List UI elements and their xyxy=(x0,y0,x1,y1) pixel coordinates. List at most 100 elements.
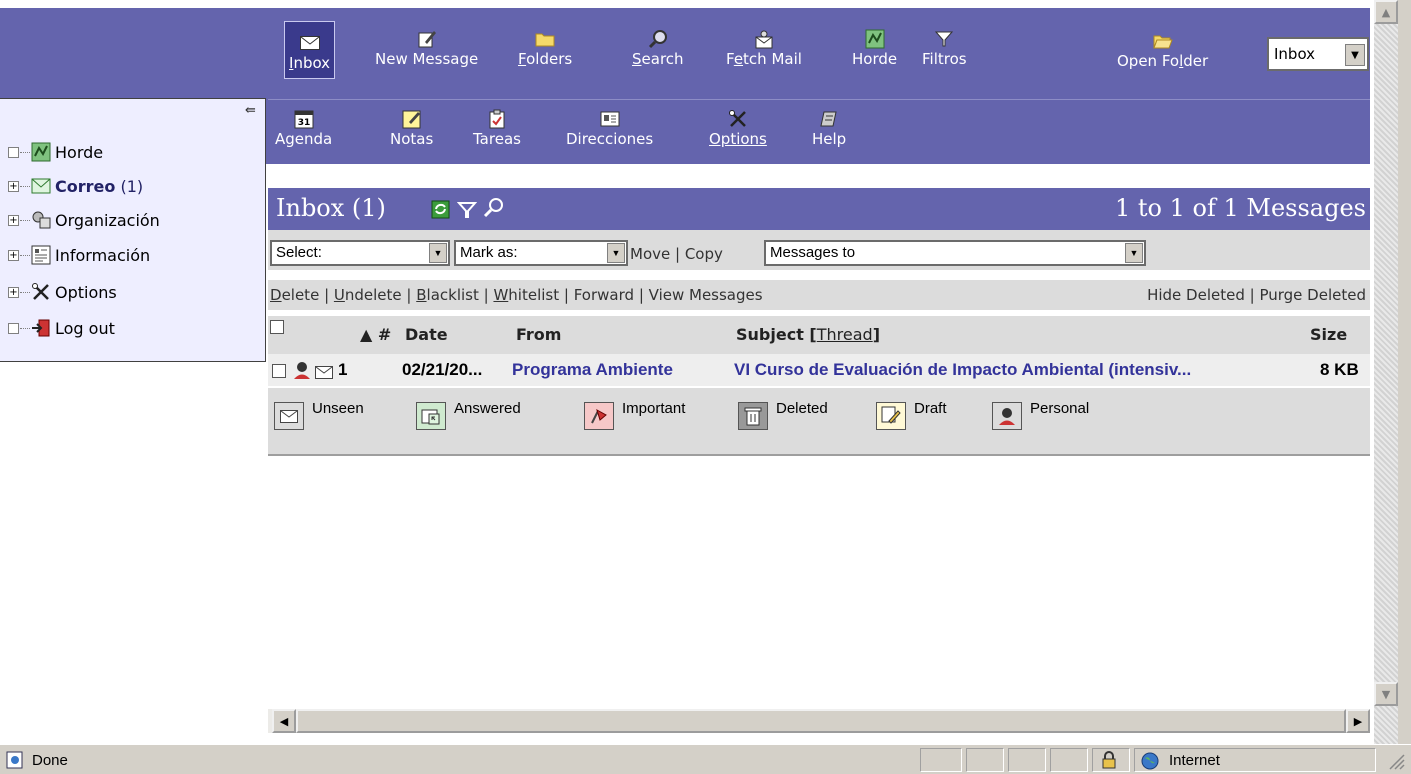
tree-connector xyxy=(20,327,30,329)
sidebar-item-correo[interactable]: + Correo (1) xyxy=(8,174,143,198)
collapse-sidebar-icon[interactable]: ⇚ xyxy=(245,103,261,119)
vertical-scrollbar[interactable]: ▲ ▼ xyxy=(1374,0,1398,744)
sidebar-item-logout[interactable]: Log out xyxy=(8,316,115,340)
open-folder-button[interactable]: Open Folder xyxy=(1117,30,1208,70)
sidebar-item-count: (1) xyxy=(120,176,144,196)
unseen-envelope-icon xyxy=(315,364,333,384)
organization-icon xyxy=(31,210,51,230)
envelope-icon xyxy=(299,32,321,54)
message-checkbox[interactable] xyxy=(272,364,286,378)
resize-grip-icon[interactable] xyxy=(1386,751,1406,774)
draft-icon xyxy=(876,402,906,430)
target-folder-dropdown[interactable]: Messages to ▼ xyxy=(764,240,1146,266)
tree-expand-box[interactable]: + xyxy=(8,214,19,226)
sidebar-item-horde[interactable]: Horde xyxy=(8,140,103,164)
page-status-icon xyxy=(6,751,24,773)
message-actions: Delete | Undelete | Blacklist | Whitelis… xyxy=(270,286,763,304)
chevron-down-icon[interactable]: ▼ xyxy=(1345,44,1365,66)
toolbar-tareas-button[interactable]: Tareas xyxy=(473,108,521,148)
lock-icon xyxy=(1101,751,1117,773)
copy-link[interactable]: Copy xyxy=(685,245,723,263)
legend-answered: Answered xyxy=(416,400,521,430)
toolbar-folders-button[interactable]: Folders xyxy=(518,28,572,68)
mail-icon xyxy=(31,176,51,196)
chevron-down-icon[interactable]: ▼ xyxy=(1125,243,1143,263)
blacklist-link[interactable]: Blacklist xyxy=(416,286,479,304)
sidebar-item-label: Horde xyxy=(55,142,104,162)
tools-icon xyxy=(31,282,51,302)
address-book-icon xyxy=(599,108,621,130)
forward-link[interactable]: Forward xyxy=(574,286,634,304)
toolbar-inbox-button[interactable]: Inbox xyxy=(284,21,336,79)
mark-as-dropdown[interactable]: Mark as: ▼ xyxy=(454,240,628,266)
chevron-down-icon[interactable]: ▼ xyxy=(429,243,447,263)
scroll-down-arrow-icon[interactable]: ▼ xyxy=(1374,682,1398,706)
whitelist-link[interactable]: Whitelist xyxy=(493,286,559,304)
status-cell xyxy=(1008,748,1046,772)
sidebar-item-options[interactable]: + Options xyxy=(8,280,117,304)
toolbar-options-button[interactable]: Options xyxy=(709,108,767,148)
move-link[interactable]: Move xyxy=(630,245,670,263)
horde-icon xyxy=(864,28,886,50)
filter-icon xyxy=(933,28,955,50)
toolbar-help-button[interactable]: Help xyxy=(812,108,846,148)
sidebar-item-label: Correo xyxy=(55,176,116,196)
tree-expand-box[interactable]: + xyxy=(8,249,19,261)
message-row[interactable]: 1 02/21/20... Programa Ambiente VI Curso… xyxy=(268,354,1370,386)
personal-icon xyxy=(992,402,1022,430)
toolbar-agenda-button[interactable]: 31 Agenda xyxy=(275,108,332,148)
horizontal-scrollbar[interactable]: ◀ ▶ xyxy=(268,709,1370,733)
purge-deleted-link[interactable]: Purge Deleted xyxy=(1259,286,1366,304)
information-icon xyxy=(31,245,51,265)
tree-expand-box[interactable]: + xyxy=(8,286,19,298)
folder-select[interactable]: Inbox ▼ xyxy=(1267,37,1369,71)
undelete-link[interactable]: Undelete xyxy=(334,286,402,304)
sidebar-item-informacion[interactable]: + Información xyxy=(8,243,150,267)
status-cell xyxy=(966,748,1004,772)
scroll-left-arrow-icon[interactable]: ◀ xyxy=(272,709,296,733)
legend-personal: Personal xyxy=(992,400,1089,430)
toolbar-direcciones-button[interactable]: Direcciones xyxy=(566,108,653,148)
toolbar-horde-button[interactable]: Horde xyxy=(852,28,897,68)
scroll-up-arrow-icon[interactable]: ▲ xyxy=(1374,0,1398,24)
toolbar-fetch-mail-button[interactable]: Fetch Mail xyxy=(726,28,802,68)
message-from[interactable]: Programa Ambiente xyxy=(512,360,730,380)
legend-label: Unseen xyxy=(312,400,364,417)
hide-deleted-link[interactable]: Hide Deleted xyxy=(1147,286,1245,304)
filter-icon[interactable] xyxy=(456,197,478,225)
personal-icon xyxy=(292,360,312,385)
sort-number-header[interactable]: ▲ # xyxy=(360,325,391,344)
toolbar-search-button[interactable]: Search xyxy=(632,28,684,68)
folder-select-value: Inbox xyxy=(1274,45,1316,63)
message-subject[interactable]: VI Curso de Evaluación de Impacto Ambien… xyxy=(734,360,1298,380)
scroll-right-arrow-icon[interactable]: ▶ xyxy=(1346,709,1370,733)
mailbox-title: Inbox (1) xyxy=(276,194,386,222)
toolbar-notas-button[interactable]: Notas xyxy=(390,108,433,148)
subject-sort-link[interactable]: Subject xyxy=(736,325,804,344)
date-column-header[interactable]: Date xyxy=(405,325,448,344)
chevron-down-icon[interactable]: ▼ xyxy=(607,243,625,263)
thread-sort-link[interactable]: Thread xyxy=(817,325,873,344)
sidebar-item-label: Información xyxy=(55,245,151,265)
legend-label: Personal xyxy=(1030,400,1090,417)
horizontal-scroll-thumb[interactable] xyxy=(296,709,1346,733)
help-icon xyxy=(818,108,840,130)
refresh-icon[interactable] xyxy=(431,197,451,225)
size-column-header[interactable]: Size xyxy=(1310,325,1347,344)
status-cell xyxy=(920,748,962,772)
delete-link[interactable]: Delete xyxy=(270,286,319,304)
tree-expand-box[interactable]: + xyxy=(8,180,19,192)
from-column-header[interactable]: From xyxy=(516,325,561,344)
target-folder-value: Messages to xyxy=(770,244,856,261)
sidebar-item-organizacion[interactable]: + Organización xyxy=(8,208,160,232)
legend-label: Deleted xyxy=(776,400,828,417)
toolbar-inbox-label: Inbox xyxy=(289,54,331,72)
search-icon[interactable] xyxy=(483,197,505,225)
toolbar-filtros-button[interactable]: Filtros xyxy=(922,28,967,68)
select-dropdown[interactable]: Select: ▼ xyxy=(270,240,450,266)
view-messages-link[interactable]: View Messages xyxy=(649,286,763,304)
message-count: 1 to 1 of 1 Messages xyxy=(1115,194,1366,222)
move-copy-links: Move | Copy xyxy=(630,245,723,263)
select-all-checkbox[interactable] xyxy=(270,320,284,334)
toolbar-new-message-button[interactable]: New Message xyxy=(375,28,478,68)
